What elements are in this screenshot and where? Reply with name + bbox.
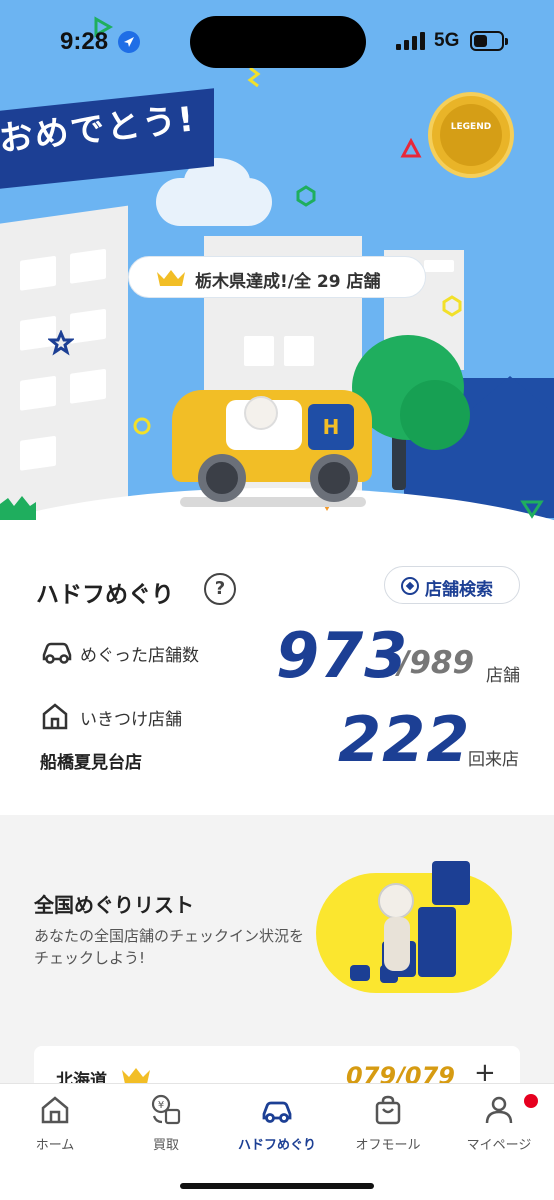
character-body	[384, 917, 410, 971]
location-arrow-icon	[118, 31, 140, 53]
compass-icon	[401, 577, 419, 595]
tab-mypage[interactable]: マイページ	[444, 1084, 554, 1164]
visited-count: 973	[276, 619, 409, 692]
visited-unit: 店舗	[486, 666, 520, 686]
list-description: あなたの全国店舗のチェックイン状況をチェックしよう!	[34, 927, 305, 967]
hexagon-decoration-icon	[442, 295, 462, 317]
dynamic-island	[190, 16, 366, 68]
achievement-text: 栃木県達成!/全 29 店舗	[195, 272, 381, 292]
signal-icon	[396, 32, 426, 50]
help-icon[interactable]: ?	[204, 573, 236, 605]
legend-medal-icon: LEGEND	[428, 92, 514, 178]
map-piece	[350, 965, 370, 981]
crown-icon	[157, 270, 185, 286]
section-title: ハドフめぐり	[36, 582, 174, 608]
bush-decoration	[0, 496, 36, 520]
car-wheel	[198, 454, 246, 502]
svg-text:¥: ¥	[158, 1100, 164, 1111]
car-logo: H	[308, 404, 354, 450]
network-type: 5G	[434, 30, 460, 51]
house-outline-icon	[42, 703, 68, 730]
person-icon	[485, 1096, 513, 1124]
notification-badge	[524, 1094, 538, 1108]
tree-decoration	[400, 380, 470, 450]
map-piece	[432, 861, 470, 905]
character-illustration	[378, 883, 414, 919]
meguri-stats-section: ハドフめぐり ? 店舗検索 めぐった店舗数 973 /989 店舗 いきつけ店舗…	[0, 545, 554, 815]
car-icon	[262, 1101, 292, 1123]
store-search-label: 店舗検索	[425, 580, 493, 600]
buyback-icon: ¥	[151, 1094, 181, 1125]
car-outline-icon	[42, 642, 72, 664]
triangle-decoration-icon	[400, 138, 422, 158]
status-time: 9:28	[60, 28, 109, 55]
tab-label: オフモール	[355, 1138, 421, 1153]
driver-character	[244, 396, 278, 430]
tab-buyback[interactable]: ¥ 買取	[111, 1084, 221, 1164]
home-indicator	[180, 1183, 374, 1189]
tab-label: 買取	[152, 1138, 179, 1153]
tab-label: ホーム	[35, 1138, 75, 1153]
visited-label: めぐった店舗数	[80, 646, 199, 666]
building-left	[0, 205, 128, 527]
star-decoration-icon	[48, 330, 74, 356]
shopping-bag-icon	[375, 1095, 401, 1125]
visit-count: 222	[338, 703, 471, 776]
visit-unit: 回来店	[468, 750, 519, 770]
home-icon	[41, 1096, 69, 1124]
car-wheel	[310, 454, 358, 502]
map-piece	[418, 907, 456, 977]
tab-offmall[interactable]: オフモール	[333, 1084, 443, 1164]
bottom-tab-bar: ホーム ¥ 買取 ハドフめぐり オフモール マイページ	[0, 1083, 554, 1200]
tab-home[interactable]: ホーム	[0, 1084, 110, 1164]
nationwide-list-section: 全国めぐりリスト あなたの全国店舗のチェックイン状況をチェックしよう! 北海道 …	[0, 815, 554, 1106]
favorite-store-name: 船橋夏見台店	[40, 753, 142, 773]
achievement-pill: 栃木県達成!/全 29 店舗	[128, 256, 426, 298]
favorite-label: いきつけ店舗	[80, 710, 182, 730]
circle-decoration-icon	[133, 417, 151, 435]
visited-total: /989	[398, 645, 475, 681]
list-title: 全国めぐりリスト	[34, 893, 194, 917]
hero-illustration: 9:28 5G おめでとう! LEGEND H 栃木県達成!/全 29 店舗	[0, 0, 554, 545]
battery-icon	[470, 31, 508, 51]
tab-label: マイページ	[466, 1138, 532, 1153]
status-bar: 9:28 5G	[0, 0, 554, 80]
tab-meguri[interactable]: ハドフめぐり	[222, 1084, 332, 1164]
hexagon-decoration-icon	[296, 185, 316, 207]
medal-label: LEGEND	[450, 122, 492, 132]
triangle-decoration-icon	[520, 500, 544, 519]
tab-label: ハドフめぐり	[237, 1138, 316, 1153]
store-search-button[interactable]: 店舗検索	[384, 566, 520, 604]
